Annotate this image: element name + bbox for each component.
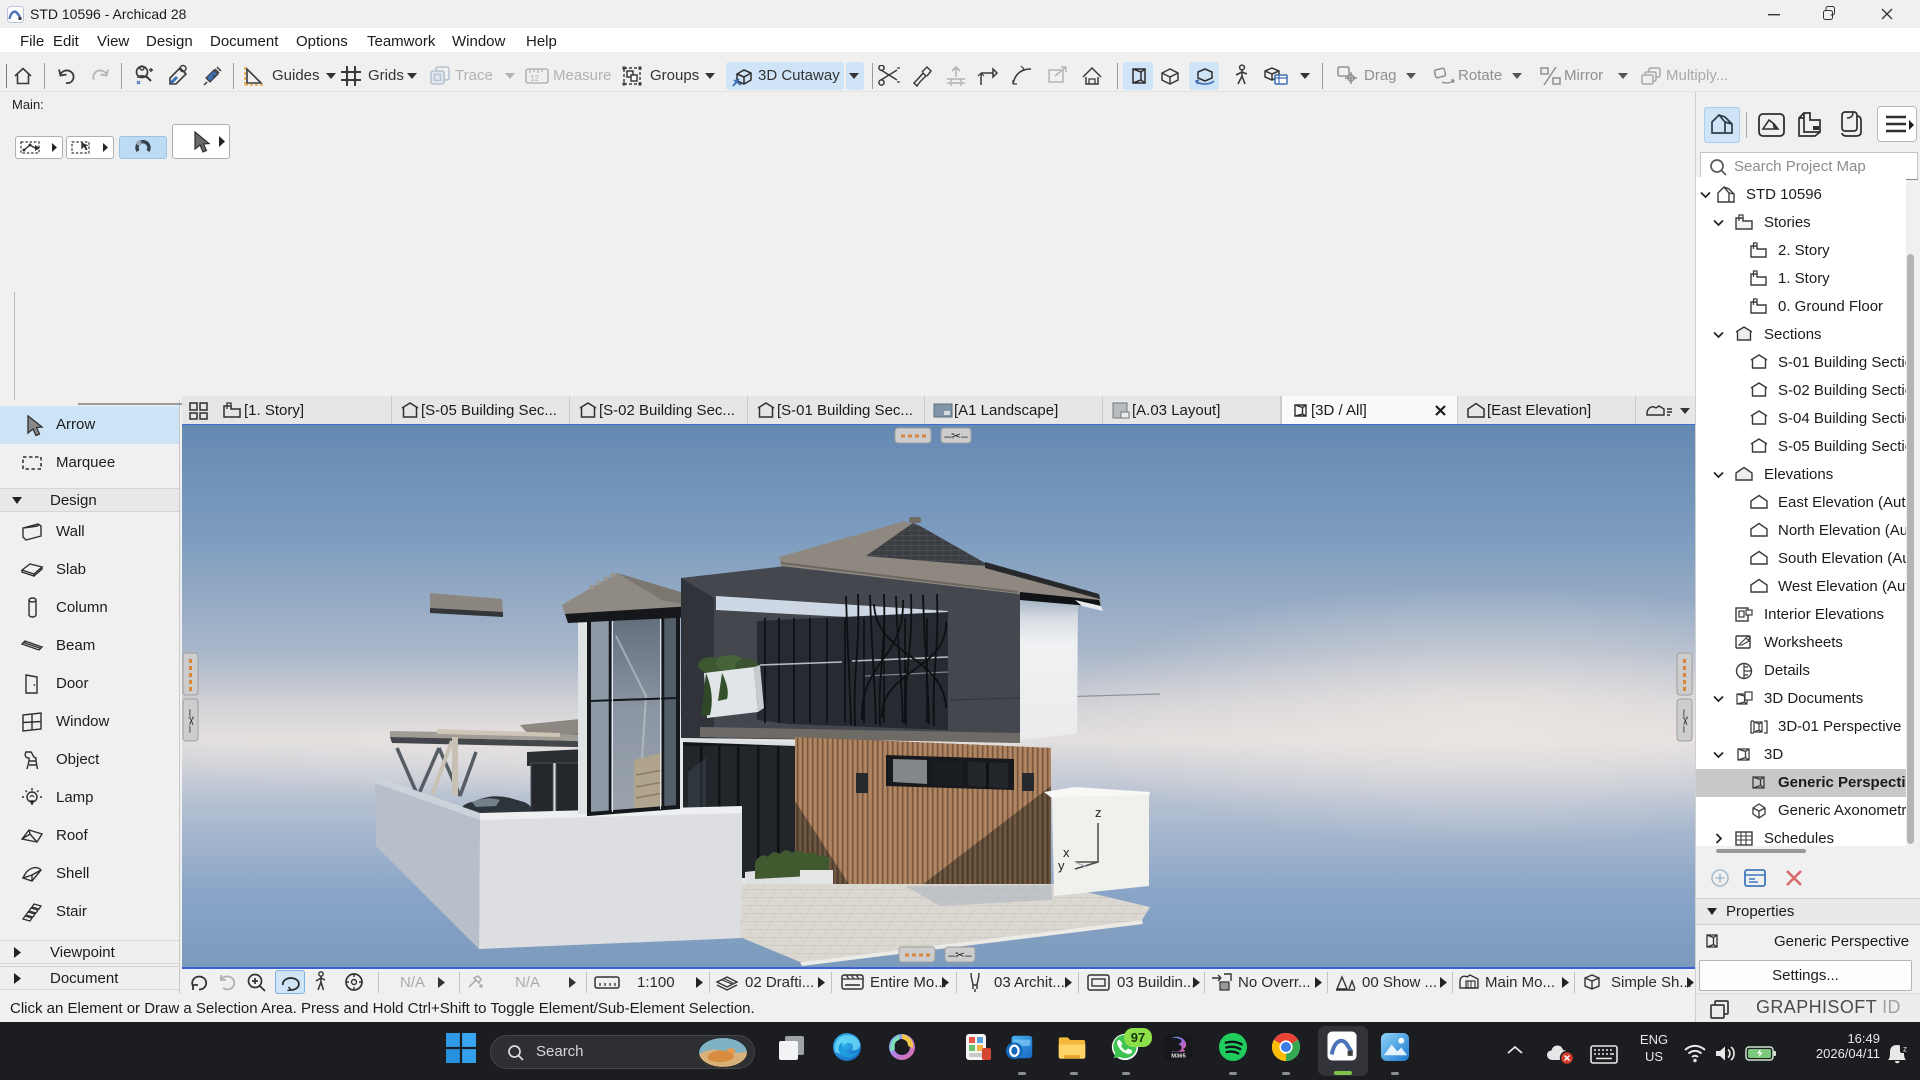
svg-text:z: z — [1903, 1045, 1907, 1054]
svg-text:–✂–: –✂– — [184, 709, 198, 733]
svg-text:z: z — [1095, 805, 1102, 820]
svg-text:–✂–: –✂– — [948, 948, 972, 962]
svg-text:–✂–: –✂– — [1678, 709, 1692, 733]
svg-text:12: 12 — [530, 74, 539, 83]
svg-text:y: y — [1058, 858, 1065, 873]
svg-text:–✂–: –✂– — [944, 429, 968, 443]
svg-text:M365: M365 — [1171, 1053, 1186, 1059]
